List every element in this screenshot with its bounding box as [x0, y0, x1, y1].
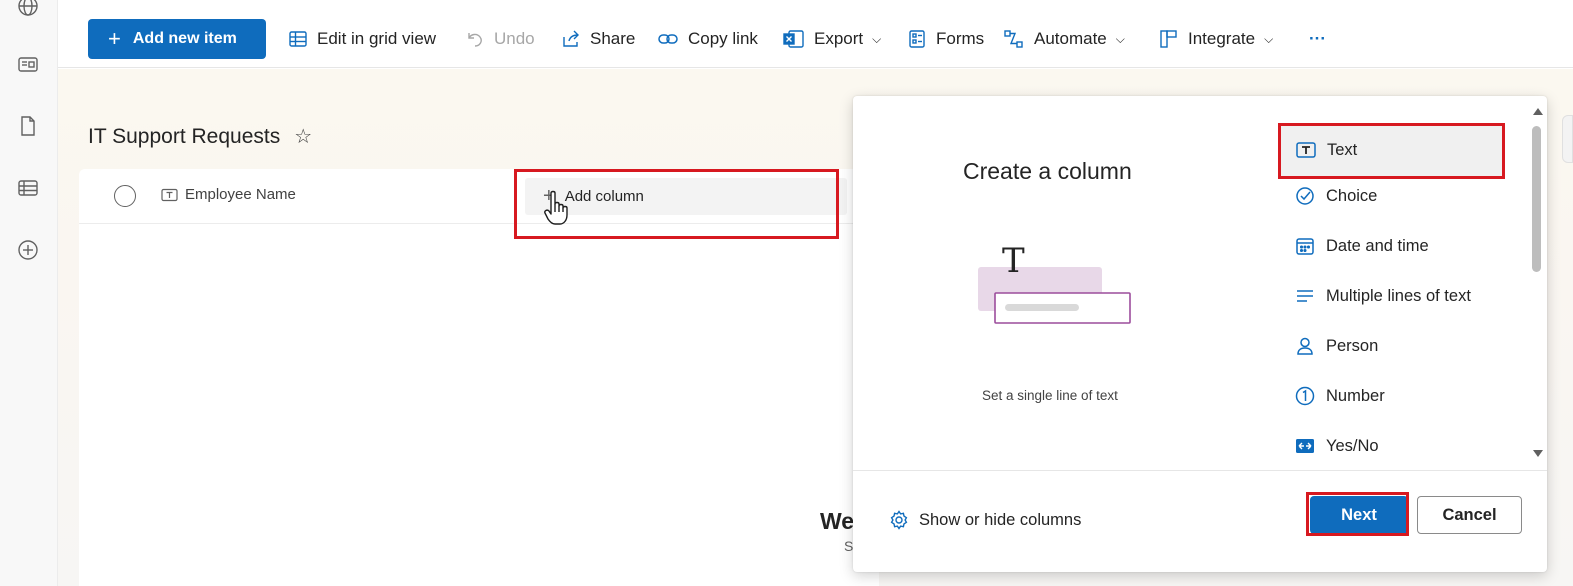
chevron-down-icon: ⌵: [1115, 31, 1125, 46]
add-circle-icon[interactable]: [16, 238, 40, 262]
integrate-button[interactable]: Integrate ⌵: [1159, 25, 1273, 53]
copy-link-label: Copy link: [688, 29, 758, 48]
share-icon: [563, 30, 579, 47]
column-type-description: Set a single line of text: [982, 388, 1118, 403]
integrate-label: Integrate: [1188, 29, 1256, 48]
more-button[interactable]: ···: [1309, 25, 1326, 53]
scroll-thumb[interactable]: [1532, 126, 1541, 272]
yes-no-icon: [1296, 439, 1314, 453]
forms-button[interactable]: Forms: [907, 25, 984, 53]
column-header-employee-name[interactable]: Employee Name: [161, 186, 296, 203]
welcome-subtext: S: [844, 538, 854, 554]
list-icon[interactable]: [16, 176, 40, 200]
column-type-label: Number: [1326, 386, 1385, 405]
undo-label: Undo: [494, 29, 535, 48]
column-header-label: Employee Name: [185, 186, 296, 203]
column-type-choice[interactable]: Choice: [1295, 176, 1377, 216]
forms-icon: [909, 30, 925, 48]
favorite-star-icon[interactable]: ☆: [294, 124, 312, 149]
scroll-up-arrow-icon[interactable]: [1533, 108, 1543, 115]
column-type-label: Yes/No: [1326, 436, 1379, 455]
column-type-date-and-time[interactable]: Date and time: [1295, 226, 1429, 266]
excel-icon: [783, 30, 804, 48]
text-option-highlight: [1278, 123, 1505, 179]
list-title: IT Support Requests ☆: [88, 124, 312, 149]
hand-cursor-icon: [544, 190, 570, 239]
grid-icon: [289, 31, 307, 47]
add-new-item-button[interactable]: + Add new item: [88, 19, 266, 59]
column-type-person[interactable]: Person: [1295, 326, 1378, 366]
integrate-icon: [1160, 30, 1177, 48]
multiline-text-icon: [1297, 290, 1313, 302]
side-edge: [1562, 115, 1573, 163]
select-all-radio[interactable]: [114, 185, 136, 207]
forms-label: Forms: [936, 29, 985, 48]
column-type-label: Multiple lines of text: [1326, 286, 1471, 305]
plus-icon: +: [108, 26, 121, 51]
automate-label: Automate: [1034, 29, 1107, 48]
panel-title: Create a column: [963, 158, 1132, 184]
show-hide-columns-label: Show or hide columns: [919, 510, 1082, 529]
export-label: Export: [814, 29, 864, 48]
share-button[interactable]: Share: [561, 25, 635, 53]
undo-button[interactable]: Undo: [465, 25, 535, 53]
text-column-illustration: T: [978, 241, 1138, 326]
choice-icon: [1296, 187, 1314, 205]
column-type-label: Choice: [1326, 186, 1378, 205]
news-icon[interactable]: [16, 52, 40, 76]
text-field-icon: [161, 188, 178, 201]
export-button[interactable]: Export ⌵: [783, 25, 881, 53]
column-type-multiple-lines[interactable]: Multiple lines of text: [1295, 276, 1471, 316]
column-type-label: Date and time: [1326, 236, 1429, 255]
next-button-highlight: [1306, 492, 1409, 536]
panel-footer-divider: [853, 470, 1547, 471]
edit-grid-view-button[interactable]: Edit in grid view: [288, 25, 436, 53]
person-icon: [1297, 337, 1313, 355]
column-type-label: Person: [1326, 336, 1379, 355]
chevron-down-icon: ⌵: [1264, 31, 1274, 46]
cancel-button[interactable]: Cancel: [1417, 496, 1522, 534]
chevron-down-icon: ⌵: [872, 31, 882, 46]
automate-icon: [1004, 30, 1023, 48]
automate-button[interactable]: Automate ⌵: [1003, 25, 1125, 53]
add-new-item-label: Add new item: [132, 30, 237, 47]
copy-link-button[interactable]: Copy link: [657, 25, 758, 53]
list-title-text: IT Support Requests: [88, 124, 281, 148]
calendar-icon: [1296, 238, 1314, 255]
options-scrollbar[interactable]: [1530, 104, 1544, 466]
show-hide-columns-button[interactable]: Show or hide columns: [889, 510, 1081, 530]
column-type-yes-no[interactable]: Yes/No: [1295, 426, 1379, 466]
command-bar: + Add new item Edit in grid view Undo Sh…: [58, 0, 1573, 68]
more-icon: ···: [1309, 29, 1326, 48]
number-icon: [1295, 386, 1315, 406]
left-rail: [0, 0, 58, 586]
edit-grid-view-label: Edit in grid view: [317, 29, 437, 48]
share-label: Share: [590, 29, 636, 48]
illustration-glyph: T: [1002, 241, 1025, 281]
gear-icon: [890, 510, 908, 530]
document-icon[interactable]: [16, 114, 40, 138]
globe-icon[interactable]: [16, 0, 40, 18]
column-type-number[interactable]: Number: [1295, 376, 1385, 416]
link-icon: [658, 34, 678, 44]
welcome-heading: We: [820, 508, 855, 534]
undo-icon: [468, 33, 482, 47]
scroll-down-arrow-icon[interactable]: [1533, 450, 1543, 457]
